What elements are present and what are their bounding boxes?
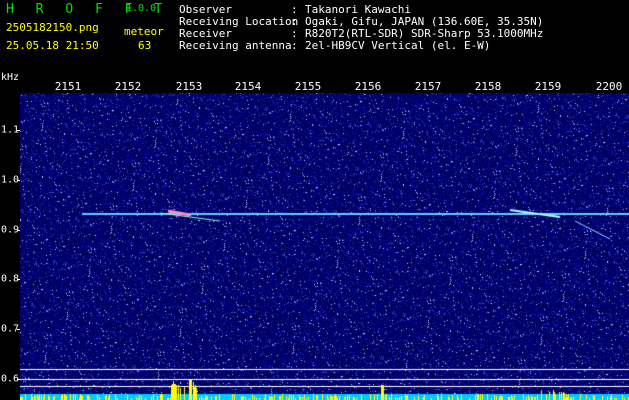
header-panel: H R O F F T 1.0.0 2505182150.png meteor … bbox=[0, 0, 629, 76]
time-label: 2153 bbox=[175, 80, 203, 93]
time-label: 2159 bbox=[534, 80, 562, 93]
detection-category: meteor bbox=[124, 25, 164, 38]
time-label: 2155 bbox=[294, 80, 322, 93]
station-info: Observer : Takanori Kawachi Receiving Lo… bbox=[179, 4, 543, 52]
time-label: 2152 bbox=[114, 80, 142, 93]
time-label: 2154 bbox=[234, 80, 262, 93]
image-filename: 2505182150.png bbox=[6, 21, 99, 34]
time-label: 2158 bbox=[474, 80, 502, 93]
app-version: 1.0.0 bbox=[126, 3, 157, 14]
time-label: 2157 bbox=[414, 80, 442, 93]
spectrogram-canvas bbox=[20, 93, 629, 400]
meteor-count: 63 bbox=[138, 39, 152, 52]
info-value: 2el-HB9CV Vertical (el. E-W) bbox=[305, 39, 491, 52]
info-key: Receiving antenna bbox=[179, 39, 292, 52]
frequency-unit-label: kHz bbox=[1, 72, 20, 83]
info-row-antenna: Receiving antenna : 2el-HB9CV Vertical (… bbox=[179, 40, 543, 52]
time-label: 2151 bbox=[54, 80, 82, 93]
capture-datetime: 25.05.18 21:50 bbox=[6, 39, 99, 52]
time-label: 2200 bbox=[595, 80, 623, 93]
time-label: 2156 bbox=[354, 80, 382, 93]
info-separator: : bbox=[291, 39, 298, 52]
